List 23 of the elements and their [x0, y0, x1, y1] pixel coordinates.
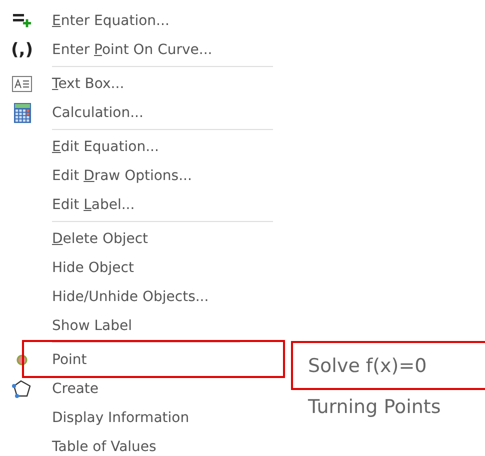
- polygon-icon: [12, 378, 32, 398]
- submenu-item[interactable]: Turning Points: [308, 396, 441, 418]
- point-icon: [16, 354, 28, 366]
- menu-item[interactable]: Display Information: [52, 410, 190, 426]
- menu-item[interactable]: Calculation...: [52, 104, 144, 120]
- menu-item[interactable]: Edit Draw Options...: [52, 168, 192, 184]
- menu-item[interactable]: Edit Label...: [52, 196, 135, 212]
- menu-item[interactable]: Enter Equation...: [52, 12, 170, 28]
- menu-item[interactable]: Enter Point On Curve...: [52, 42, 212, 58]
- text-box-icon: [12, 76, 32, 92]
- submenu-item[interactable]: Solve f(x)=0: [308, 354, 427, 376]
- equation-plus-icon: [12, 12, 32, 30]
- menu-item[interactable]: Show Label: [52, 318, 132, 334]
- menu-item[interactable]: Point: [52, 352, 87, 368]
- point-icon: (,): [11, 40, 33, 60]
- menu-item[interactable]: Create: [52, 380, 99, 396]
- menu-item[interactable]: Table of Values: [52, 438, 156, 454]
- menu-item[interactable]: Hide Object: [52, 260, 134, 276]
- menu-item[interactable]: Delete Object: [52, 230, 148, 246]
- menu-item[interactable]: Hide/Unhide Objects...: [52, 288, 209, 304]
- menu-item[interactable]: Text Box...: [52, 76, 124, 92]
- calculator-icon: [14, 102, 30, 122]
- menu-item[interactable]: Edit Equation...: [52, 138, 159, 154]
